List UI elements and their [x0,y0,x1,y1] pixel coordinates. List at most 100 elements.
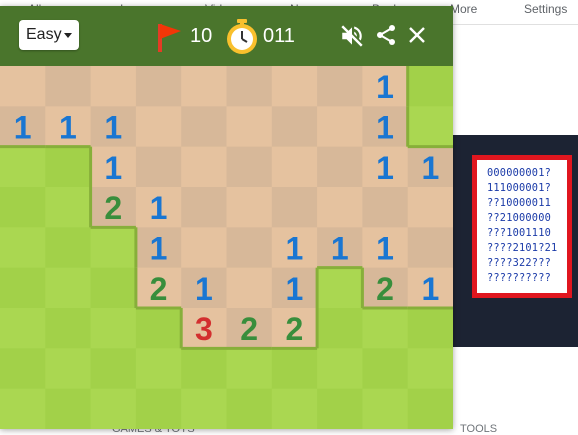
revealed-cell[interactable] [362,187,409,228]
revealed-cell[interactable] [226,227,273,269]
revealed-cell[interactable] [271,66,318,107]
bg-tab-more[interactable]: More [450,2,477,16]
revealed-cell[interactable] [45,66,92,107]
revealed-cell[interactable] [90,66,137,107]
covered-cell[interactable] [271,388,318,429]
cell-number: 2 [240,311,258,347]
revealed-cell[interactable] [0,66,46,107]
revealed-cell[interactable] [181,187,227,228]
board-state-row: ????2101?21 [487,242,558,254]
revealed-cell[interactable] [226,106,273,148]
game-toolbar: Easy 10 011 [0,6,453,66]
covered-cell[interactable] [362,348,409,390]
revealed-cell[interactable] [317,66,363,107]
board-state-row: ????322??? [487,257,551,269]
revealed-cell[interactable] [226,146,273,188]
board-state-row: 111000001? [487,182,551,194]
covered-cell[interactable] [0,146,46,188]
revealed-cell[interactable] [226,66,273,107]
covered-cell[interactable] [45,227,92,269]
covered-cell[interactable] [271,348,318,390]
revealed-cell[interactable] [317,187,363,228]
revealed-cell[interactable] [271,106,318,148]
revealed-cell[interactable] [317,106,363,148]
covered-cell[interactable] [45,308,92,349]
cell-number: 1 [331,231,349,267]
cell-number: 1 [286,231,304,267]
board-state-row: ???1001110 [487,227,551,239]
cell-number: 1 [376,231,394,267]
stopwatch-icon [227,19,257,54]
covered-cell[interactable] [317,388,363,429]
covered-cell[interactable] [90,227,137,269]
covered-cell[interactable] [407,348,453,390]
covered-cell[interactable] [317,308,363,349]
covered-cell[interactable] [407,106,453,148]
covered-cell[interactable] [45,388,92,429]
timer-counter: 011 [263,25,295,47]
covered-cell[interactable] [0,308,46,349]
cell-number: 3 [195,311,213,347]
bg-settings-link[interactable]: Settings [524,2,567,16]
revealed-cell[interactable] [407,227,453,269]
minesweeper-game: Easy 10 011 1 1 1 1 1 1 1 1 2 1 1 1 1 1 … [0,6,453,429]
difficulty-dropdown[interactable]: Easy [19,20,79,50]
covered-cell[interactable] [45,187,92,228]
covered-cell[interactable] [45,267,92,309]
revealed-cell[interactable] [271,187,318,228]
revealed-cell[interactable] [135,66,182,107]
cell-number: 1 [59,110,77,146]
covered-cell[interactable] [135,308,182,349]
cell-number: 1 [421,150,439,186]
covered-cell[interactable] [90,348,137,390]
covered-cell[interactable] [45,146,92,188]
cell-number: 1 [376,110,394,146]
revealed-cell[interactable] [317,146,363,188]
covered-cell[interactable] [45,348,92,390]
share-icon[interactable] [374,23,398,47]
covered-cell[interactable] [407,388,453,429]
bg-footer-tools[interactable]: TOOLS [460,423,497,435]
covered-cell[interactable] [181,348,227,390]
covered-cell[interactable] [181,388,227,429]
covered-cell[interactable] [226,388,273,429]
covered-cell[interactable] [317,267,363,309]
board-state-row: ??21000000 [487,212,551,224]
covered-cell[interactable] [90,267,137,309]
covered-cell[interactable] [407,66,453,107]
minefield-board[interactable]: 11 1 1 11 1 12 11 1 1 12 1 1 2 13 2 2 [0,66,453,429]
revealed-cell[interactable] [271,146,318,188]
close-icon[interactable] [406,24,428,46]
cell-number: 2 [376,271,394,307]
board-state-panel: 000000001? 111000001? ??10000011 ??21000… [472,155,572,298]
flag-icon [158,24,181,52]
covered-cell[interactable] [135,388,182,429]
revealed-cell[interactable] [226,267,273,309]
revealed-cell[interactable] [181,227,227,269]
covered-cell[interactable] [0,388,46,429]
revealed-cell[interactable] [181,146,227,188]
volume-off-icon[interactable] [339,23,365,49]
covered-cell[interactable] [135,348,182,390]
revealed-cell[interactable] [135,106,182,148]
covered-cell[interactable] [0,187,46,228]
covered-cell[interactable] [226,348,273,390]
revealed-cell[interactable] [226,187,273,228]
covered-cell[interactable] [362,308,409,349]
cell-number: 1 [376,69,394,105]
covered-cell[interactable] [90,308,137,349]
covered-cell[interactable] [0,348,46,390]
revealed-cell[interactable] [407,187,453,228]
cell-number: 1 [14,110,32,146]
revealed-cell[interactable] [181,106,227,148]
cell-number: 2 [104,190,122,226]
covered-cell[interactable] [90,388,137,429]
covered-cell[interactable] [0,267,46,309]
covered-cell[interactable] [362,388,409,429]
covered-cell[interactable] [317,348,363,390]
revealed-cell[interactable] [135,146,182,188]
cell-number: 1 [376,150,394,186]
revealed-cell[interactable] [181,66,227,107]
covered-cell[interactable] [407,308,453,349]
covered-cell[interactable] [0,227,46,269]
